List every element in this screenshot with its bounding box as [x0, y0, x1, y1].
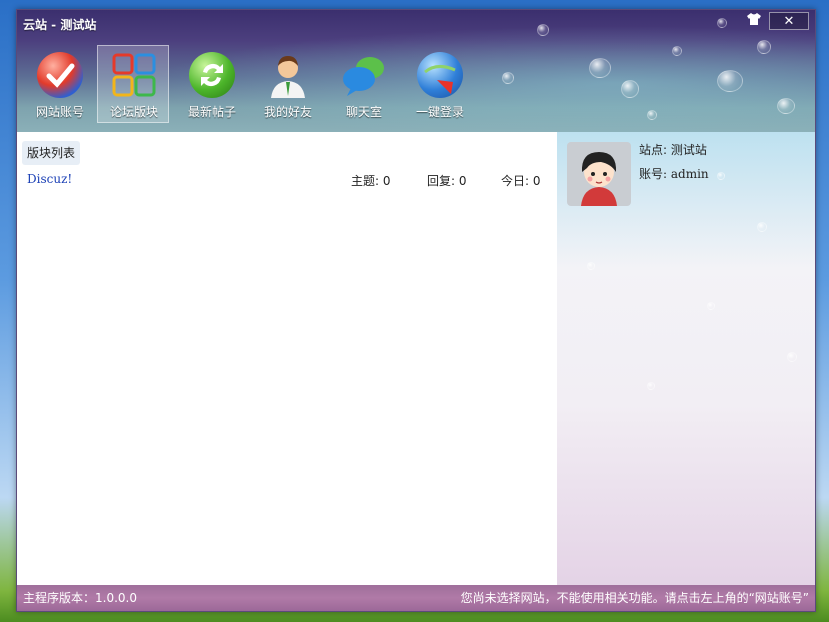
version-text: 主程序版本：1.0.0.0: [23, 591, 137, 605]
person-icon: [265, 52, 311, 98]
grid-blocks-icon: [111, 52, 157, 98]
droplet: [717, 172, 725, 180]
check-badge-icon: [37, 52, 83, 98]
droplet: [672, 46, 682, 56]
chat-bubbles-icon: [341, 52, 387, 98]
toolbar-label: 论坛版块: [109, 105, 158, 119]
globe-login-icon: [417, 52, 463, 98]
close-button[interactable]: ✕: [769, 12, 809, 30]
status-bar: 主程序版本：1.0.0.0 您尚未选择网站，不能使用相关功能。请点击左上角的“网…: [17, 585, 815, 611]
toolbar-label: 我的好友: [263, 105, 312, 119]
toolbar-my-friends[interactable]: 我的好友: [251, 45, 323, 123]
droplet: [757, 222, 767, 232]
account-panel: 站点: 测试站 账号: admin: [557, 132, 815, 585]
toolbar-chat-room[interactable]: 聊天室: [327, 45, 399, 123]
droplet: [587, 262, 595, 270]
toolbar-latest-posts[interactable]: 最新帖子: [175, 45, 247, 123]
droplet: [707, 302, 715, 310]
toolbar-one-click-login[interactable]: 一键登录: [403, 45, 475, 123]
header-banner: 云站 - 测试站 ✕ 网站账号 论坛版块 最新帖子 我的好友 聊天室 一键登录: [17, 10, 815, 132]
account-name: 账号: admin: [639, 167, 709, 181]
droplet: [787, 352, 797, 362]
close-icon: ✕: [783, 14, 795, 29]
toolbar-label: 最新帖子: [187, 105, 236, 119]
toolbar-label: 网站账号: [35, 105, 84, 119]
forum-today-count: 今日: 0: [501, 174, 541, 188]
forum-replies-count: 回复: 0: [427, 174, 467, 188]
avatar-face-icon: [581, 152, 617, 206]
droplet: [757, 40, 771, 54]
droplet: [621, 80, 639, 98]
toolbar-label: 一键登录: [415, 105, 464, 119]
skin-button[interactable]: [743, 12, 765, 30]
droplet: [717, 18, 727, 28]
status-message: 您尚未选择网站，不能使用相关功能。请点击左上角的“网站账号”: [460, 591, 809, 605]
site-name: 站点: 测试站: [639, 143, 707, 157]
block-list-button[interactable]: 版块列表: [22, 141, 81, 165]
droplet: [777, 98, 795, 114]
forum-row[interactable]: Discuz! 主题: 0 回复: 0 今日: 0: [17, 172, 557, 190]
app-window: 云站 - 测试站 ✕ 网站账号 论坛版块 最新帖子 我的好友 聊天室 一键登录 …: [16, 9, 816, 612]
droplet: [502, 72, 514, 84]
droplet: [537, 24, 549, 36]
window-title: 云站 - 测试站: [23, 18, 97, 32]
toolbar-site-accounts[interactable]: 网站账号: [23, 45, 95, 123]
droplet: [647, 110, 657, 120]
droplet: [717, 70, 743, 92]
shirt-icon: [747, 13, 761, 25]
forum-panel: 版块列表 Discuz! 主题: 0 回复: 0 今日: 0: [17, 132, 557, 585]
forum-name-link[interactable]: Discuz!: [27, 172, 72, 186]
droplet: [647, 382, 655, 390]
refresh-arrows-icon: [189, 52, 235, 98]
toolbar-forum-blocks[interactable]: 论坛版块: [97, 45, 169, 123]
forum-topics-count: 主题: 0: [351, 174, 391, 188]
toolbar-label: 聊天室: [345, 105, 382, 119]
avatar: [567, 142, 631, 206]
droplet: [589, 58, 611, 78]
